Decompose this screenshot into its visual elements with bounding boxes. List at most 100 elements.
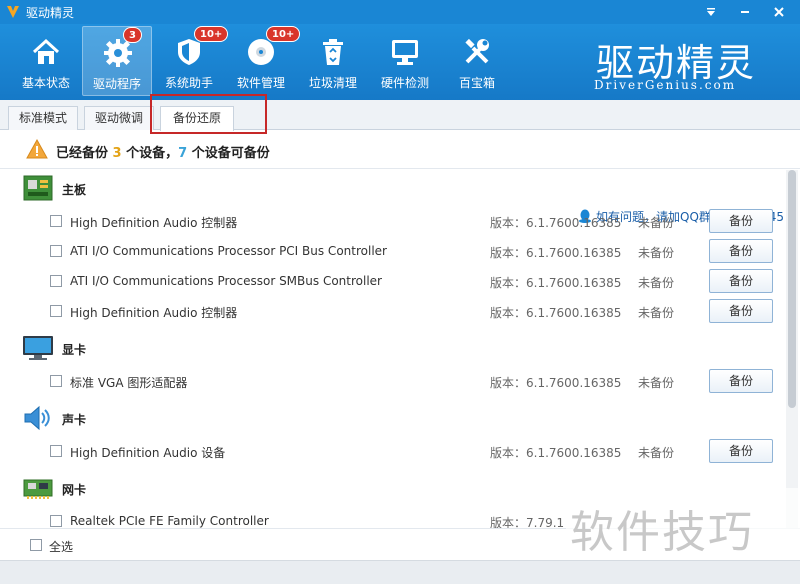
device-list: 主板 High Definition Audio 控制器 版本：6.1.7600… bbox=[0, 170, 786, 528]
device-version: 版本：6.1.7600.16385 bbox=[490, 246, 622, 260]
warning-icon bbox=[26, 139, 48, 159]
backup-status: 未备份 bbox=[638, 306, 675, 320]
tab-standard-mode[interactable]: 标准模式 bbox=[8, 106, 78, 130]
toolbar-label: 软件管理 bbox=[236, 76, 285, 90]
toolbar-hardware-detection[interactable]: 硬件检测 bbox=[370, 26, 440, 96]
device-name: High Definition Audio 控制器 bbox=[70, 306, 238, 320]
category-name: 显卡 bbox=[62, 343, 87, 357]
tab-highlight-annotation bbox=[150, 94, 267, 134]
device-checkbox[interactable] bbox=[50, 245, 62, 257]
status-bar bbox=[0, 560, 800, 584]
device-version: 版本：7.79.1 bbox=[490, 516, 565, 528]
backup-status: 未备份 bbox=[638, 276, 675, 290]
speaker-icon bbox=[24, 405, 50, 431]
recycle-bin-icon bbox=[323, 39, 343, 65]
backup-status: 未备份 bbox=[638, 376, 675, 390]
title-bar: 驱动精灵 bbox=[0, 0, 800, 24]
toolbar-driver-programs[interactable]: 3 驱动程序 bbox=[82, 26, 152, 96]
device-row: High Definition Audio 控制器 版本：6.1.7600.16… bbox=[0, 206, 786, 236]
device-row: 标准 VGA 图形适配器 版本：6.1.7600.16385 未备份 备份 bbox=[0, 366, 786, 396]
select-all-label[interactable]: 全选 bbox=[49, 538, 73, 555]
toolbar-label: 垃圾清理 bbox=[308, 76, 357, 90]
category-name: 声卡 bbox=[62, 413, 87, 427]
device-checkbox[interactable] bbox=[50, 215, 62, 227]
select-all-checkbox[interactable] bbox=[30, 539, 42, 551]
toolbar-toolbox[interactable]: 百宝箱 bbox=[442, 26, 512, 96]
can-backup-count: 7 bbox=[178, 146, 188, 161]
device-name: ATI I/O Communications Processor SMBus C… bbox=[70, 274, 382, 288]
device-checkbox[interactable] bbox=[50, 275, 62, 287]
network-card-icon bbox=[23, 479, 53, 499]
watermark-text: 软件技巧 bbox=[570, 507, 754, 558]
backup-button[interactable]: 备份 bbox=[709, 239, 773, 263]
device-row: High Definition Audio 设备 版本：6.1.7600.163… bbox=[0, 436, 786, 466]
backup-status: 未备份 bbox=[638, 246, 675, 260]
notification-badge: 10+ bbox=[194, 26, 229, 42]
backup-button[interactable]: 备份 bbox=[709, 209, 773, 233]
window-title: 驱动精灵 bbox=[26, 6, 75, 20]
app-logo-icon bbox=[7, 6, 19, 18]
toolbar-label: 系统助手 bbox=[164, 76, 213, 90]
toolbar-label: 基本状态 bbox=[21, 76, 70, 90]
toolbar-system-assistant[interactable]: 10+ 系统助手 bbox=[154, 26, 229, 96]
category-sound-card: 声卡 bbox=[0, 402, 786, 432]
summary-prefix: 已经备份 bbox=[56, 146, 109, 161]
backup-button[interactable]: 备份 bbox=[709, 269, 773, 293]
watermark: 软件技巧 bbox=[566, 488, 800, 560]
device-checkbox[interactable] bbox=[50, 515, 62, 527]
device-name: High Definition Audio 设备 bbox=[70, 446, 226, 460]
home-icon bbox=[32, 38, 60, 64]
brand-name-en: DriverGenius.com bbox=[594, 78, 737, 92]
device-checkbox[interactable] bbox=[50, 305, 62, 317]
notification-badge: 10+ bbox=[266, 26, 301, 42]
device-row: ATI I/O Communications Processor PCI Bus… bbox=[0, 236, 786, 266]
toolbar-label: 硬件检测 bbox=[380, 76, 429, 90]
category-name: 网卡 bbox=[62, 483, 87, 497]
device-name: 标准 VGA 图形适配器 bbox=[70, 376, 188, 390]
summary-text: 已经备份 3 个设备，7 个设备可备份 bbox=[56, 142, 270, 161]
category-name: 主板 bbox=[62, 183, 87, 197]
brand-logo: 驱动精灵 DriverGenius.com bbox=[590, 32, 766, 94]
tab-driver-tuning[interactable]: 驱动微调 bbox=[84, 106, 154, 130]
monitor-icon bbox=[392, 40, 418, 65]
device-name: ATI I/O Communications Processor PCI Bus… bbox=[70, 244, 387, 258]
toolbar-label: 百宝箱 bbox=[458, 76, 495, 90]
device-version: 版本：6.1.7600.16385 bbox=[490, 276, 622, 290]
monitor-icon bbox=[23, 336, 53, 360]
summary-suffix: 个设备可备份 bbox=[191, 146, 270, 161]
backup-button[interactable]: 备份 bbox=[709, 299, 773, 323]
device-name: High Definition Audio 控制器 bbox=[70, 216, 238, 230]
backup-status: 未备份 bbox=[638, 216, 675, 230]
category-motherboard: 主板 bbox=[0, 172, 786, 202]
mode-tab-strip: 标准模式 驱动微调 备份还原 如有问题，请加QQ群：45151345 bbox=[0, 100, 800, 224]
device-version: 版本：6.1.7600.16385 bbox=[490, 446, 622, 460]
update-count-badge: 3 bbox=[123, 27, 142, 43]
backup-summary: 已经备份 3 个设备，7 个设备可备份 bbox=[0, 131, 800, 169]
minimize-icon bbox=[741, 11, 749, 13]
device-version: 版本：6.1.7600.16385 bbox=[490, 376, 622, 390]
backup-button[interactable]: 备份 bbox=[709, 369, 773, 393]
close-icon bbox=[774, 7, 784, 17]
device-checkbox[interactable] bbox=[50, 445, 62, 457]
backed-up-count: 3 bbox=[112, 146, 122, 161]
motherboard-icon bbox=[23, 175, 53, 201]
driver-genius-window: { "window": { "title": "驱动精灵", "controls… bbox=[0, 0, 800, 584]
device-checkbox[interactable] bbox=[50, 375, 62, 387]
toolbar-basic-status[interactable]: 基本状态 bbox=[11, 26, 81, 96]
device-row: ATI I/O Communications Processor SMBus C… bbox=[0, 266, 786, 296]
minimize-button[interactable] bbox=[734, 2, 756, 22]
toolbar-label: 驱动程序 bbox=[92, 77, 141, 91]
category-graphics-card: 显卡 bbox=[0, 332, 786, 362]
scrollbar-thumb[interactable] bbox=[788, 170, 796, 408]
close-button[interactable] bbox=[768, 2, 790, 22]
backup-status: 未备份 bbox=[638, 446, 675, 460]
tools-icon bbox=[465, 38, 489, 64]
device-version: 版本：6.1.7600.16385 bbox=[490, 216, 622, 230]
menu-dropdown-button[interactable] bbox=[700, 2, 722, 22]
backup-button[interactable]: 备份 bbox=[709, 439, 773, 463]
device-list-scrollbar[interactable] bbox=[786, 170, 798, 528]
toolbar-software-management[interactable]: 10+ 软件管理 bbox=[226, 26, 301, 96]
device-name: Realtek PCIe FE Family Controller bbox=[70, 514, 269, 528]
summary-middle: 个设备， bbox=[126, 146, 179, 161]
toolbar-junk-cleanup[interactable]: 垃圾清理 bbox=[298, 26, 368, 96]
